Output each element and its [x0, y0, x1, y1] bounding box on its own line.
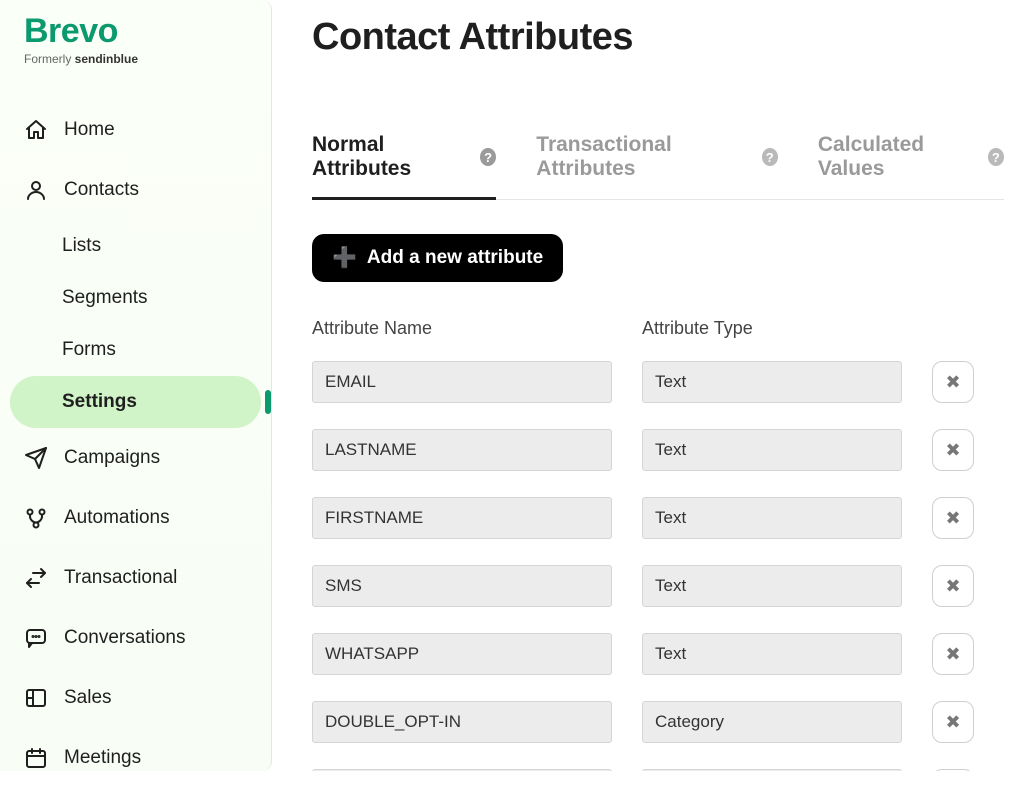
- page-title: Contact Attributes: [312, 16, 1004, 59]
- sidebar-item-label: Transactional: [64, 567, 177, 589]
- sidebar-subitem-forms[interactable]: Forms: [0, 324, 271, 376]
- delete-attribute-button[interactable]: ✖: [932, 497, 974, 539]
- attribute-type-input[interactable]: [642, 429, 902, 471]
- attribute-type-input[interactable]: [642, 565, 902, 607]
- sidebar-subitem-label: Segments: [62, 287, 148, 309]
- tab-transactional-attributes[interactable]: Transactional Attributes?: [536, 133, 778, 199]
- tab-bar: Normal Attributes?Transactional Attribut…: [312, 133, 1004, 200]
- board-icon: [24, 686, 48, 710]
- calendar-icon: [24, 746, 48, 770]
- brand-logo: Brevo: [24, 14, 247, 48]
- close-icon: ✖: [945, 644, 960, 665]
- delete-attribute-button[interactable]: ✖: [932, 633, 974, 675]
- column-header-name: Attribute Name: [312, 318, 612, 339]
- sidebar-item-meetings[interactable]: Meetings: [0, 728, 271, 788]
- sidebar-subitem-label: Settings: [62, 391, 137, 413]
- brand-tagline: Formerly sendinblue: [24, 52, 247, 66]
- attribute-headers: Attribute Name Attribute Type: [312, 318, 1004, 339]
- attribute-rows: ✖✖✖✖✖✖✖: [312, 361, 1004, 771]
- close-icon: ✖: [945, 576, 960, 597]
- close-icon: ✖: [945, 440, 960, 461]
- sidebar-subitem-label: Lists: [62, 235, 101, 257]
- home-icon: [24, 118, 48, 142]
- attribute-name-input[interactable]: [312, 497, 612, 539]
- sidebar-subitem-label: Forms: [62, 339, 116, 361]
- sidebar-item-contacts[interactable]: Contacts: [0, 160, 271, 220]
- help-icon[interactable]: ?: [988, 148, 1004, 166]
- tab-normal-attributes[interactable]: Normal Attributes?: [312, 133, 496, 199]
- attribute-type-input[interactable]: [642, 497, 902, 539]
- sidebar-item-label: Meetings: [64, 747, 141, 769]
- tab-label: Calculated Values: [818, 133, 980, 181]
- sidebar-item-automations[interactable]: Automations: [0, 488, 271, 548]
- sidebar-item-conversations[interactable]: Conversations: [0, 608, 271, 668]
- attribute-row: ✖: [312, 565, 1004, 607]
- brand-tagline-bold: sendinblue: [75, 52, 138, 66]
- close-icon: ✖: [945, 712, 960, 733]
- attribute-name-input[interactable]: [312, 565, 612, 607]
- tab-calculated-values[interactable]: Calculated Values?: [818, 133, 1004, 199]
- sidebar-item-campaigns[interactable]: Campaigns: [0, 428, 271, 488]
- branch-icon: [24, 506, 48, 530]
- sidebar-nav: Home Contacts Lists Segments Forms Settings Ca…: [0, 100, 271, 788]
- attribute-type-input[interactable]: [642, 361, 902, 403]
- add-attribute-label: Add a new attribute: [367, 247, 543, 269]
- sidebar-subitem-segments[interactable]: Segments: [0, 272, 271, 324]
- sidebar-item-label: Conversations: [64, 627, 185, 649]
- attribute-name-input[interactable]: [312, 701, 612, 743]
- attribute-type-input[interactable]: [642, 633, 902, 675]
- sidebar-item-label: Sales: [64, 687, 112, 709]
- delete-attribute-button[interactable]: ✖: [932, 701, 974, 743]
- attribute-name-input[interactable]: [312, 633, 612, 675]
- close-icon: ✖: [945, 372, 960, 393]
- attribute-name-input[interactable]: [312, 361, 612, 403]
- tab-label: Normal Attributes: [312, 133, 472, 181]
- delete-attribute-button[interactable]: ✖: [932, 429, 974, 471]
- sidebar-subitem-settings[interactable]: Settings: [10, 376, 261, 428]
- sidebar-item-label: Home: [64, 119, 115, 141]
- attribute-row: ✖: [312, 361, 1004, 403]
- attribute-type-input[interactable]: [642, 701, 902, 743]
- sidebar: Brevo Formerly sendinblue Home Contacts Li…: [0, 0, 272, 771]
- arrows-icon: [24, 566, 48, 590]
- delete-attribute-button[interactable]: ✖: [932, 361, 974, 403]
- add-attribute-button[interactable]: ➕ Add a new attribute: [312, 234, 563, 282]
- sidebar-item-label: Automations: [64, 507, 170, 529]
- column-header-type: Attribute Type: [642, 318, 902, 339]
- attribute-name-input[interactable]: [312, 429, 612, 471]
- attribute-row: ✖: [312, 633, 1004, 675]
- help-icon[interactable]: ?: [480, 148, 496, 166]
- attribute-row: ✖: [312, 701, 1004, 743]
- send-icon: [24, 446, 48, 470]
- sidebar-item-label: Contacts: [64, 179, 139, 201]
- sidebar-item-label: Campaigns: [64, 447, 160, 469]
- sidebar-item-transactional[interactable]: Transactional: [0, 548, 271, 608]
- user-icon: [24, 178, 48, 202]
- brand: Brevo Formerly sendinblue: [0, 14, 271, 72]
- main-content: Contact Attributes Normal Attributes?Tra…: [272, 0, 1024, 771]
- attribute-row: ✖: [312, 429, 1004, 471]
- chat-icon: [24, 626, 48, 650]
- sidebar-item-home[interactable]: Home: [0, 100, 271, 160]
- plus-icon: ➕: [332, 248, 357, 268]
- brand-tagline-prefix: Formerly: [24, 52, 75, 66]
- help-icon[interactable]: ?: [762, 148, 778, 166]
- tab-label: Transactional Attributes: [536, 133, 753, 181]
- delete-attribute-button[interactable]: ✖: [932, 565, 974, 607]
- attributes-section: Attribute Name Attribute Type ✖✖✖✖✖✖✖: [312, 318, 1004, 771]
- sidebar-item-sales[interactable]: Sales: [0, 668, 271, 728]
- close-icon: ✖: [945, 508, 960, 529]
- sidebar-sublist: Lists Segments Forms Settings: [0, 220, 271, 428]
- sidebar-subitem-lists[interactable]: Lists: [0, 220, 271, 272]
- attribute-row: ✖: [312, 497, 1004, 539]
